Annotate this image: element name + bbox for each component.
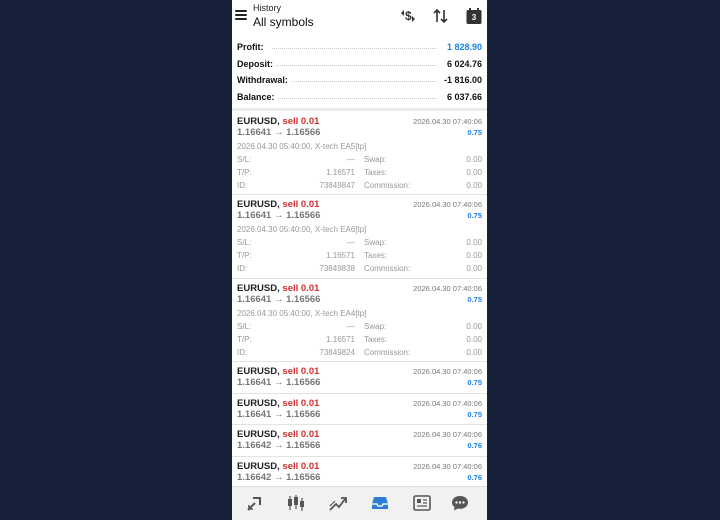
deal-profit: 0.75 [467, 378, 482, 387]
deal-profit: 0.76 [467, 441, 482, 450]
news-icon[interactable] [412, 493, 432, 513]
deal-symbol: EURUSD, sell 0.01 [237, 199, 320, 210]
deal-close-time: 2026.04.30 07:40:06 [413, 430, 482, 439]
deals-list: EURUSD, sell 0.01 1.16641 → 1.16566 2026… [232, 112, 487, 488]
calendar-icon[interactable]: 3 [465, 7, 483, 25]
deal-item[interactable]: EURUSD, sell 0.01 1.16641 → 1.16566 2026… [232, 195, 487, 279]
summary-value-profit: 1 828.90 [443, 42, 482, 52]
summary-row-withdrawal: Withdrawal: -1 816.00 [232, 72, 487, 89]
candlestick-chart-icon[interactable] [286, 493, 306, 513]
section-divider [232, 108, 487, 111]
deal-action: sell 0.01 [282, 116, 320, 127]
deal-profit: 0.75 [467, 409, 482, 419]
svg-text:$: $ [405, 9, 412, 23]
trade-icon[interactable] [328, 493, 348, 513]
deal-detail-row: T/P: 1.16571 Taxes: 0.00 [237, 335, 482, 344]
deal-item[interactable]: EURUSD, sell 0.01 1.16642 → 1.16566 2026… [232, 425, 487, 457]
deal-symbol: EURUSD, sell 0.01 [237, 460, 320, 472]
deal-close-time: 2026.04.30 07:40:06 [413, 367, 482, 376]
deal-item[interactable]: EURUSD, sell 0.01 1.16641 → 1.16566 2026… [232, 394, 487, 425]
deal-symbol: EURUSD, sell 0.01 [237, 429, 320, 440]
deal-close-time: 2026.04.30 07:40:06 [413, 284, 482, 293]
deal-detail-row: S/L: — Swap: 0.00 [237, 238, 482, 247]
dotted-leader [272, 48, 437, 49]
summary-row-profit: Profit: 1 828.90 [232, 39, 487, 56]
summary-row-deposit: Deposit: 6 024.76 [232, 56, 487, 73]
page-subtitle: History [253, 3, 282, 13]
summary-label: Deposit: [237, 58, 276, 69]
deal-detail-row: ID: 73849838 Commission: 0.00 [237, 264, 482, 273]
deal-close-time: 2026.04.30 07:40:06 [413, 461, 482, 471]
dotted-leader [272, 64, 437, 66]
deal-profit: 0.75 [467, 295, 482, 304]
deal-action: sell 0.01 [282, 397, 320, 409]
summary-label: Balance: [237, 91, 278, 102]
deal-open-info: 2026.04.30 05:40:00, X-tech EA4[tp] [237, 309, 367, 318]
deal-item[interactable]: EURUSD, sell 0.01 1.16641 → 1.16566 2026… [232, 112, 487, 195]
deal-symbol: EURUSD, sell 0.01 [237, 397, 320, 409]
deal-prices: 1.16641 → 1.16566 [237, 210, 321, 221]
deal-open-info: 2026.04.30 05:40:00, X-tech EA6[tp] [237, 225, 367, 234]
deal-symbol: EURUSD, sell 0.01 [237, 283, 320, 294]
summary-label: Withdrawal: [237, 75, 291, 85]
deal-profit: 0.75 [467, 128, 482, 137]
bottom-navigation [232, 486, 487, 520]
history-inbox-icon[interactable] [370, 493, 390, 513]
top-bar: History All symbols $ 3 [232, 0, 487, 36]
deal-action: sell 0.01 [282, 366, 320, 377]
deal-action: sell 0.01 [282, 429, 320, 440]
account-summary: Profit: 1 828.90 Deposit: 6 024.76 Withd… [232, 39, 487, 105]
dollar-swap-icon[interactable]: $ [399, 7, 417, 25]
dotted-leader [272, 97, 437, 99]
messages-icon[interactable] [450, 493, 470, 513]
menu-icon[interactable] [235, 10, 247, 20]
summary-value-withdrawal: -1 816.00 [440, 75, 482, 85]
deal-action: sell 0.01 [282, 460, 320, 472]
deal-profit: 0.75 [467, 211, 482, 220]
deal-prices: 1.16641 → 1.16566 [237, 127, 321, 138]
calendar-day-number: 3 [471, 13, 477, 22]
deal-action: sell 0.01 [282, 199, 320, 210]
deal-action: sell 0.01 [282, 283, 320, 294]
summary-row-balance: Balance: 6 037.66 [232, 89, 487, 106]
deal-detail-row: S/L: — Swap: 0.00 [237, 155, 482, 164]
deal-detail-row: ID: 73849847 Commission: 0.00 [237, 181, 482, 190]
app-screen: History All symbols $ 3 Profit: 1 828.90… [232, 0, 487, 520]
deal-close-time: 2026.04.30 07:40:06 [413, 398, 482, 408]
deal-prices: 1.16642 → 1.16566 [237, 440, 321, 451]
deal-item[interactable]: EURUSD, sell 0.01 1.16641 → 1.16566 2026… [232, 362, 487, 394]
symbol-filter-title[interactable]: All symbols [253, 15, 314, 29]
deal-profit: 0.76 [467, 472, 482, 482]
summary-label: Profit: [237, 42, 267, 52]
deal-close-time: 2026.04.30 07:40:06 [413, 200, 482, 209]
sort-icon[interactable] [432, 7, 450, 25]
quotes-icon[interactable] [245, 493, 265, 513]
deal-item[interactable]: EURUSD, sell 0.01 1.16642 → 1.16566 2026… [232, 457, 487, 488]
deal-prices: 1.16641 → 1.16566 [237, 377, 321, 388]
deal-detail-row: ID: 73849824 Commission: 0.00 [237, 348, 482, 357]
deal-close-time: 2026.04.30 07:40:06 [413, 117, 482, 126]
summary-value-deposit: 6 024.76 [443, 58, 482, 69]
deal-open-info: 2026.04.30 05:40:00, X-tech EA5[tp] [237, 142, 367, 151]
deal-prices: 1.16641 → 1.16566 [237, 294, 321, 305]
dotted-leader [272, 81, 437, 82]
deal-detail-row: S/L: — Swap: 0.00 [237, 322, 482, 331]
deal-detail-row: T/P: 1.16571 Taxes: 0.00 [237, 168, 482, 177]
deal-item[interactable]: EURUSD, sell 0.01 1.16641 → 1.16566 2026… [232, 279, 487, 362]
deal-detail-row: T/P: 1.16571 Taxes: 0.00 [237, 251, 482, 260]
deal-symbol: EURUSD, sell 0.01 [237, 116, 320, 127]
deal-symbol: EURUSD, sell 0.01 [237, 366, 320, 377]
deal-prices: 1.16642 → 1.16566 [237, 471, 321, 483]
summary-value-balance: 6 037.66 [443, 91, 482, 102]
deal-prices: 1.16641 → 1.16566 [237, 408, 321, 420]
